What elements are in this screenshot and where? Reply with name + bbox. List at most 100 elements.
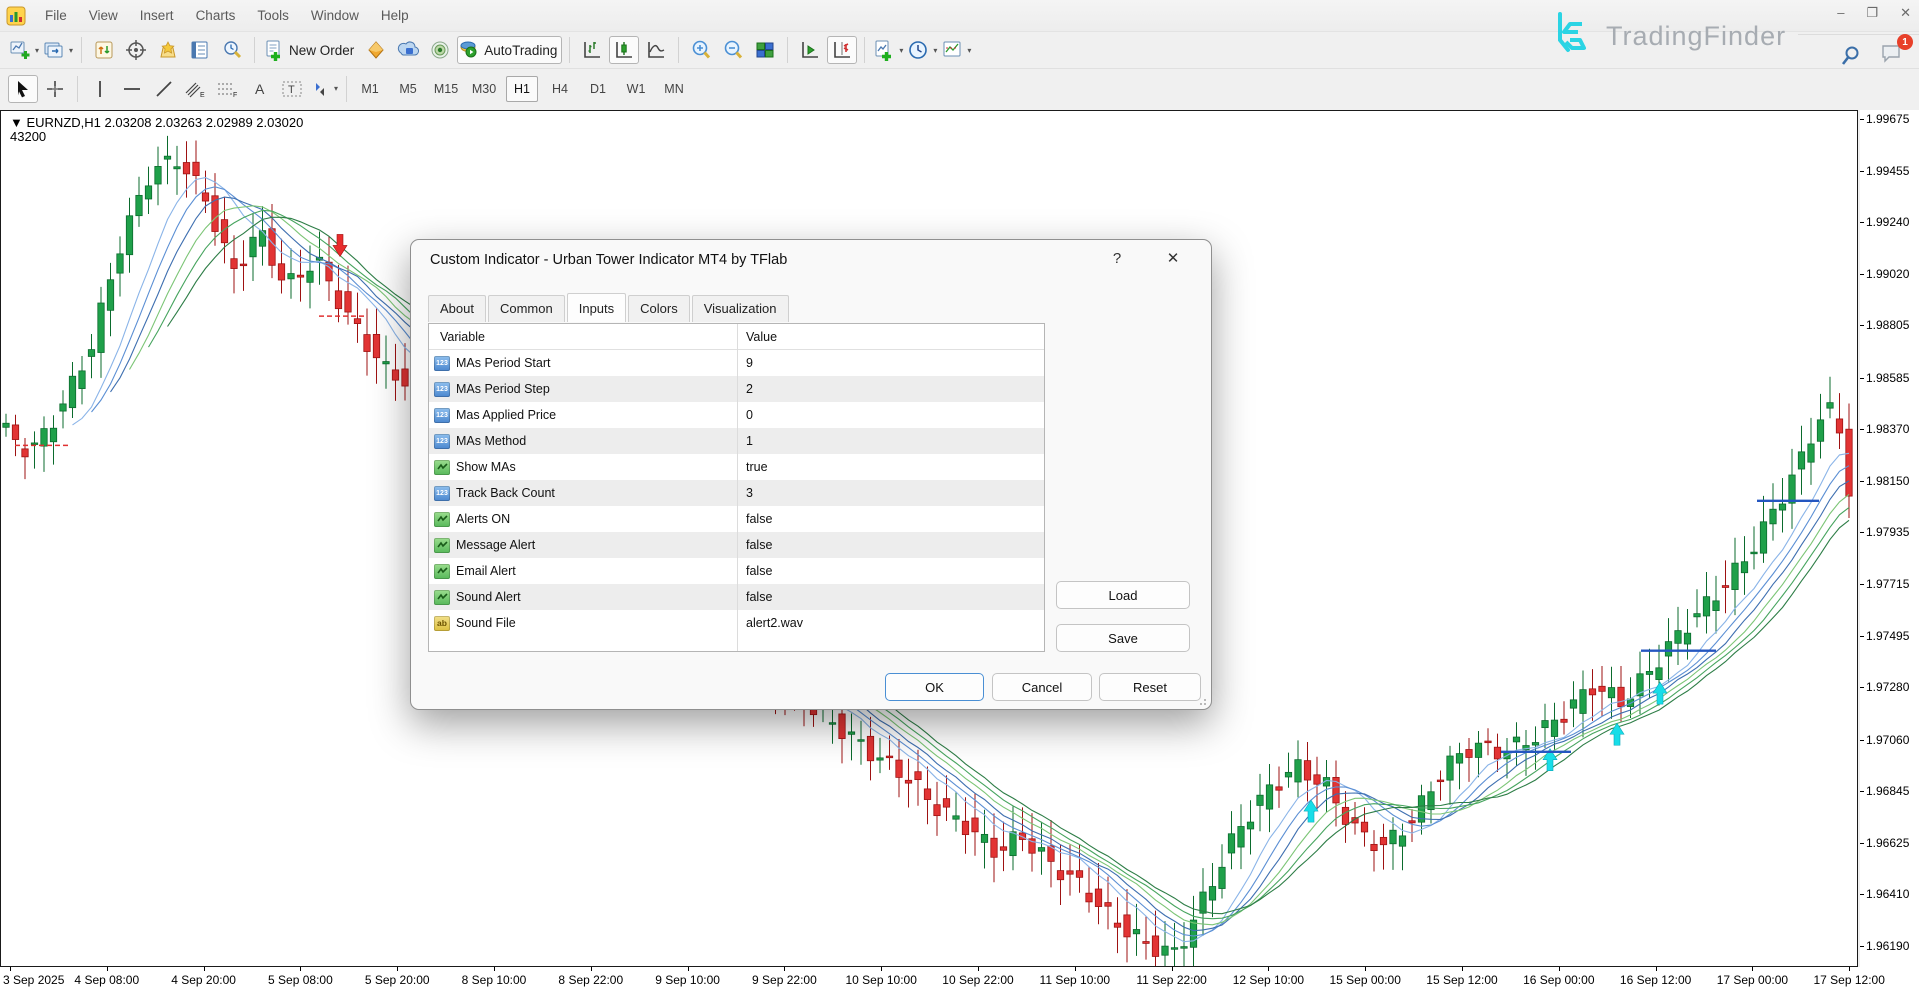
ok-button[interactable]: OK [885,673,984,701]
profiles-button[interactable]: ▾ [42,36,74,64]
chart-shift-button[interactable] [827,36,857,64]
equidistant-channel-button[interactable]: E [181,75,211,103]
menu-item-charts[interactable]: Charts [185,3,247,28]
experts-icon [397,39,419,61]
timeframe-m1[interactable]: M1 [354,76,386,102]
table-row[interactable]: 123MAs Method1 [429,428,1044,454]
new-chart-button[interactable]: ▾ [8,36,40,64]
price-label: 1.96410 [1866,887,1909,901]
timeframe-m5[interactable]: M5 [392,76,424,102]
table-row[interactable]: 123MAs Period Step2 [429,376,1044,402]
tab-inputs[interactable]: Inputs [567,293,626,322]
crosshair-icon [45,79,65,99]
cancel-button[interactable]: Cancel [992,673,1092,701]
table-row[interactable]: 123Mas Applied Price0 [429,402,1044,428]
chart-volume-label: 43200 [10,129,46,144]
zoom-out-button[interactable] [718,36,748,64]
param-value[interactable]: false [737,512,1044,526]
help-button[interactable]: ? [1105,250,1129,267]
candlestick-chart-button[interactable] [609,36,639,64]
resize-grip[interactable] [1196,695,1206,705]
line-chart-button[interactable] [641,36,671,64]
timeframe-m15[interactable]: M15 [430,76,462,102]
cursor-button[interactable] [8,75,38,103]
text-label-button[interactable]: T [277,75,307,103]
timeframe-w1[interactable]: W1 [620,76,652,102]
time-label: 8 Sep 22:00 [558,973,623,987]
toolbar-separator [346,76,347,102]
table-row[interactable]: Message Alertfalse [429,532,1044,558]
param-value[interactable]: alert2.wav [737,616,1044,630]
tab-common[interactable]: Common [488,295,565,322]
drawing-toolbar: E F A T ▾ M1M5M15M30H1H4D1W1MN [0,68,1919,108]
tile-windows-button[interactable] [750,36,780,64]
time-axis[interactable]: 3 Sep 20254 Sep 08:004 Sep 20:005 Sep 08… [0,967,1919,996]
price-label: 1.98370 [1866,422,1909,436]
templates-button[interactable]: ▾ [940,36,972,64]
timeframe-d1[interactable]: D1 [582,76,614,102]
terminal-button[interactable] [185,36,215,64]
param-value[interactable]: false [737,590,1044,604]
navigator-button[interactable] [121,36,151,64]
notifications-button[interactable]: 1 [1880,42,1904,69]
param-name: MAs Period Step [456,382,550,396]
trendline-button[interactable] [149,75,179,103]
reset-button[interactable]: Reset [1099,673,1201,701]
menu-item-window[interactable]: Window [300,3,370,28]
table-row[interactable]: Alerts ONfalse [429,506,1044,532]
save-button[interactable]: Save [1056,624,1190,652]
param-value[interactable]: 9 [737,356,1044,370]
auto-scroll-button[interactable] [795,36,825,64]
zoom-in-button[interactable] [686,36,716,64]
crosshair-button[interactable] [40,75,70,103]
fibonacci-icon: F [216,79,240,99]
param-value[interactable]: 2 [737,382,1044,396]
param-value[interactable]: 0 [737,408,1044,422]
timeframe-h1[interactable]: H1 [506,76,538,102]
bar-chart-button[interactable] [577,36,607,64]
load-button[interactable]: Load [1056,581,1190,609]
dialog-close-icon[interactable]: ✕ [1159,249,1187,267]
text-button[interactable]: A [245,75,275,103]
timeframe-mn[interactable]: MN [658,76,690,102]
experts-button[interactable] [393,36,423,64]
menu-item-insert[interactable]: Insert [129,3,185,28]
table-row[interactable]: 123Track Back Count3 [429,480,1044,506]
timeframe-h4[interactable]: H4 [544,76,576,102]
signals-button[interactable] [425,36,455,64]
new-order-button[interactable]: New Order [262,36,359,64]
menu-item-help[interactable]: Help [370,3,420,28]
periods-button[interactable]: ▾ [906,36,938,64]
arrows-button[interactable]: ▾ [309,75,339,103]
table-row[interactable]: 123MAs Period Start9 [429,350,1044,376]
price-axis[interactable]: 1.996751.994551.992401.990201.988051.985… [1860,110,1919,967]
tab-colors[interactable]: Colors [628,295,690,322]
strategy-tester-button[interactable] [217,36,247,64]
indicators-button[interactable]: ▾ [872,36,904,64]
tab-about[interactable]: About [428,295,486,322]
search-icon[interactable] [1840,45,1862,67]
menu-item-view[interactable]: View [78,3,129,28]
tab-visualization[interactable]: Visualization [692,295,789,322]
menu-item-tools[interactable]: Tools [246,3,300,28]
param-value[interactable]: 1 [737,434,1044,448]
market-watch-button[interactable] [89,36,119,64]
param-value[interactable]: 3 [737,486,1044,500]
table-row[interactable]: abSound Filealert2.wav [429,610,1044,636]
metaeditor-button[interactable] [361,36,391,64]
table-row[interactable]: Sound Alertfalse [429,584,1044,610]
param-value[interactable]: false [737,564,1044,578]
menu-item-file[interactable]: File [34,3,78,28]
vertical-line-button[interactable] [85,75,115,103]
table-row[interactable]: Email Alertfalse [429,558,1044,584]
timeframe-m30[interactable]: M30 [468,76,500,102]
fibonacci-button[interactable]: F [213,75,243,103]
autotrading-button[interactable]: AutoTrading [457,36,562,64]
table-row[interactable]: Show MAstrue [429,454,1044,480]
horizontal-line-button[interactable] [117,75,147,103]
param-value[interactable]: false [737,538,1044,552]
cursor-icon [13,79,33,99]
param-value[interactable]: true [737,460,1044,474]
favorites-button[interactable] [153,36,183,64]
inputs-table[interactable]: VariableValue123MAs Period Start9123MAs … [428,323,1045,652]
